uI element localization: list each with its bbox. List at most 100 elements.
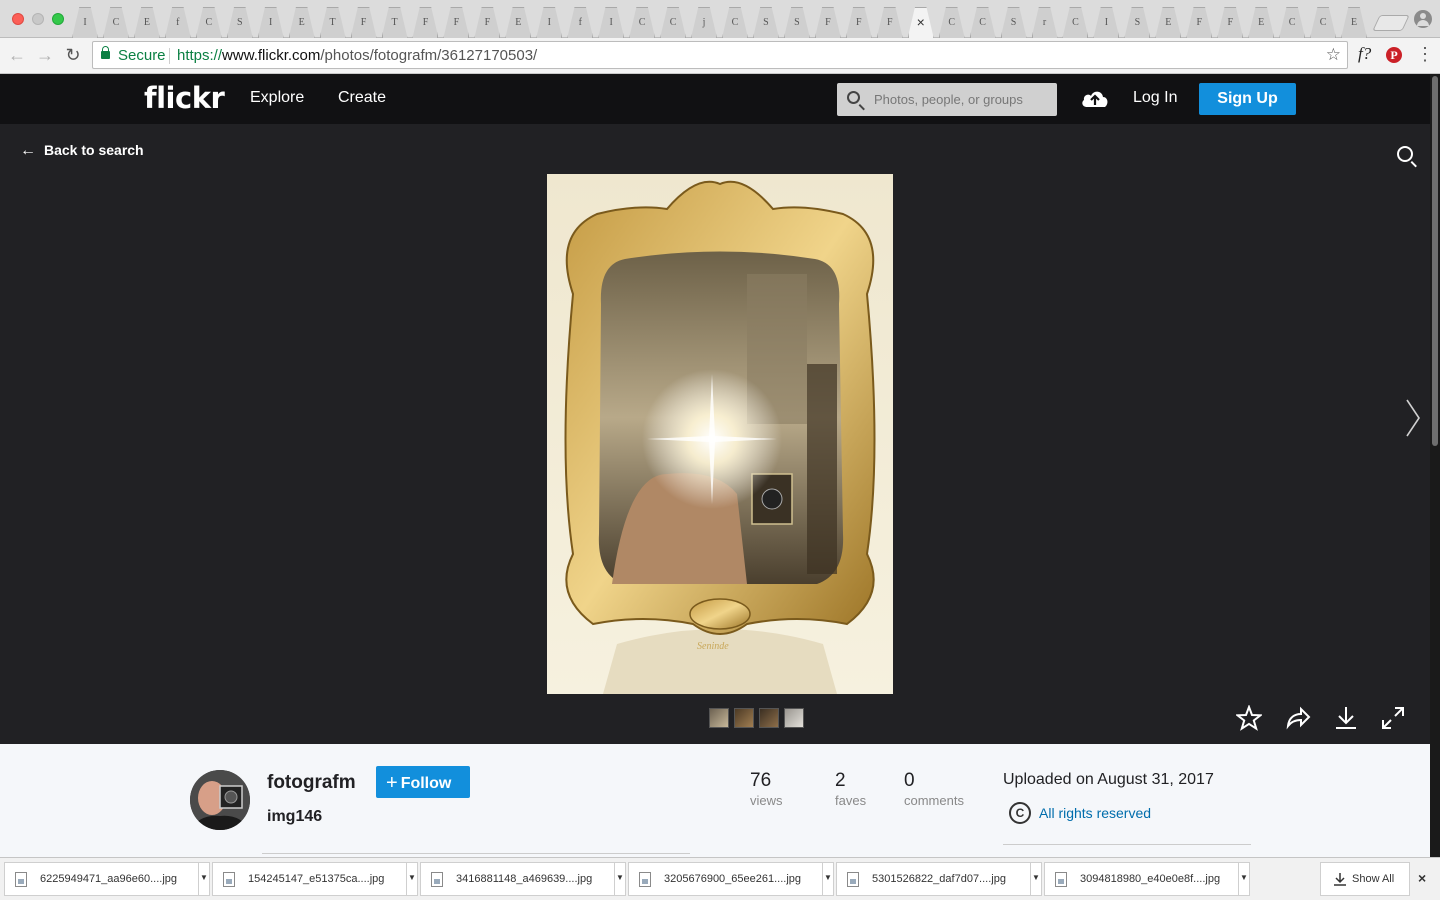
download-icon[interactable] <box>1333 705 1359 731</box>
signup-button[interactable]: Sign Up <box>1199 83 1296 115</box>
share-icon[interactable] <box>1285 705 1311 731</box>
browser-tab[interactable]: f <box>164 7 191 38</box>
window-minimize-button[interactable] <box>32 13 44 25</box>
follow-button[interactable]: + Follow <box>376 766 470 798</box>
browser-tab[interactable]: E <box>505 7 532 38</box>
browser-tab[interactable]: F <box>474 7 501 38</box>
download-item[interactable]: 154245147_e51375ca....jpg ▼ <box>212 862 418 896</box>
avatar-image <box>190 770 250 830</box>
next-photo-chevron-icon[interactable] <box>1404 398 1422 438</box>
browser-tab[interactable]: E <box>1155 7 1182 38</box>
main-photo[interactable]: Seninde <box>547 174 893 694</box>
browser-tab[interactable]: T <box>319 7 346 38</box>
fave-star-icon[interactable] <box>1236 705 1262 731</box>
page-scrollbar[interactable] <box>1430 74 1440 857</box>
download-item[interactable]: 3094818980_e40e0e8f....jpg ▼ <box>1044 862 1250 896</box>
font-extension-icon[interactable]: f? <box>1358 44 1371 64</box>
flickr-logo[interactable]: flickr <box>144 81 225 115</box>
browser-tab[interactable]: E <box>1248 7 1275 38</box>
browser-tab-active[interactable]: × <box>907 7 934 38</box>
address-bar[interactable]: Secure https://www.flickr.com/photos/fot… <box>92 41 1348 69</box>
lock-icon <box>101 46 110 59</box>
license-link[interactable]: All rights reserved <box>1039 805 1151 821</box>
back-to-search-link[interactable]: ← Back to search <box>20 142 144 160</box>
login-link[interactable]: Log In <box>1133 89 1177 107</box>
nav-create[interactable]: Create <box>338 89 386 107</box>
thumbnail[interactable] <box>709 708 729 728</box>
thumbnail[interactable] <box>759 708 779 728</box>
thumbnail[interactable] <box>734 708 754 728</box>
browser-tab[interactable]: C <box>195 7 222 38</box>
browser-tab[interactable]: F <box>814 7 841 38</box>
chevron-down-icon[interactable]: ▼ <box>198 863 209 895</box>
browser-tab[interactable]: S <box>752 7 779 38</box>
browser-tab[interactable]: C <box>1279 7 1306 38</box>
browser-tab[interactable]: E <box>1341 7 1368 38</box>
forward-arrow-icon[interactable]: → <box>34 44 56 66</box>
fullscreen-icon[interactable] <box>1380 705 1406 731</box>
browser-menu-icon[interactable]: ⋮ <box>1416 45 1434 63</box>
download-item[interactable]: 3416881148_a469639....jpg ▼ <box>420 862 626 896</box>
browser-tab[interactable]: f <box>567 7 594 38</box>
browser-tab[interactable]: I <box>72 7 98 38</box>
show-all-downloads-button[interactable]: Show All <box>1320 862 1410 896</box>
window-close-button[interactable] <box>12 13 24 25</box>
search-input[interactable] <box>874 89 1049 109</box>
upload-cloud-icon[interactable] <box>1080 87 1110 109</box>
browser-tab[interactable]: S <box>226 7 253 38</box>
url-text[interactable]: https://www.flickr.com/photos/fotografm/… <box>177 47 537 64</box>
browser-tab[interactable]: S <box>783 7 810 38</box>
nav-explore[interactable]: Explore <box>250 89 304 107</box>
download-item[interactable]: 6225949471_aa96e60....jpg ▼ <box>4 862 210 896</box>
profile-icon[interactable] <box>1414 10 1432 28</box>
browser-tab[interactable]: F <box>1217 7 1244 38</box>
browser-tab[interactable]: E <box>133 7 160 38</box>
download-item[interactable]: 3205676900_65ee261....jpg ▼ <box>628 862 834 896</box>
browser-tab[interactable]: C <box>722 7 748 38</box>
back-arrow-icon[interactable]: ← <box>6 44 28 66</box>
chevron-down-icon[interactable]: ▼ <box>822 863 833 895</box>
browser-tab[interactable]: F <box>1186 7 1213 38</box>
avatar[interactable] <box>190 770 250 830</box>
browser-tab[interactable]: C <box>938 7 965 38</box>
chevron-down-icon[interactable]: ▼ <box>614 863 625 895</box>
browser-tab[interactable]: S <box>1000 7 1027 38</box>
upload-date: Uploaded on August 31, 2017 <box>1003 771 1214 788</box>
browser-tab[interactable]: C <box>1310 7 1337 38</box>
browser-tab[interactable]: C <box>102 7 129 38</box>
chevron-down-icon[interactable]: ▼ <box>406 863 417 895</box>
browser-tab[interactable]: C <box>629 7 656 38</box>
owner-name[interactable]: fotografm <box>267 772 356 794</box>
browser-tab[interactable]: E <box>288 7 315 38</box>
browser-tab[interactable]: C <box>660 7 687 38</box>
download-item[interactable]: 5301526822_daf7d07....jpg ▼ <box>836 862 1042 896</box>
tab-favicon-icon: E <box>1350 17 1358 28</box>
browser-tab[interactable]: T <box>381 7 408 38</box>
browser-tab[interactable]: F <box>412 7 439 38</box>
browser-tab[interactable]: I <box>536 7 563 38</box>
browser-tab[interactable]: C <box>1062 7 1089 38</box>
browser-tab[interactable]: r <box>1031 7 1058 38</box>
new-tab-button[interactable] <box>1372 15 1410 31</box>
search-icon[interactable] <box>1397 146 1413 162</box>
close-tab-icon[interactable]: × <box>914 13 928 31</box>
chevron-down-icon[interactable]: ▼ <box>1238 863 1249 895</box>
browser-tab[interactable]: F <box>845 7 872 38</box>
reload-icon[interactable]: ↻ <box>62 44 84 66</box>
window-zoom-button[interactable] <box>52 13 64 25</box>
scrollbar-thumb[interactable] <box>1432 76 1438 446</box>
chevron-down-icon[interactable]: ▼ <box>1030 863 1041 895</box>
browser-tab[interactable]: S <box>1124 7 1151 38</box>
browser-tab[interactable]: I <box>1093 7 1120 38</box>
browser-tab[interactable]: C <box>969 7 996 38</box>
bookmark-star-icon[interactable]: ☆ <box>1326 45 1341 65</box>
browser-tab[interactable]: I <box>598 7 625 38</box>
browser-tab[interactable]: j <box>691 7 718 38</box>
thumbnail[interactable] <box>784 708 804 728</box>
browser-tab[interactable]: F <box>350 7 377 38</box>
close-icon[interactable]: × <box>1418 870 1426 886</box>
browser-tab[interactable]: F <box>876 7 903 38</box>
browser-tab[interactable]: F <box>443 7 470 38</box>
browser-tab[interactable]: I <box>257 7 284 38</box>
pinterest-extension-icon[interactable]: P <box>1386 47 1402 63</box>
